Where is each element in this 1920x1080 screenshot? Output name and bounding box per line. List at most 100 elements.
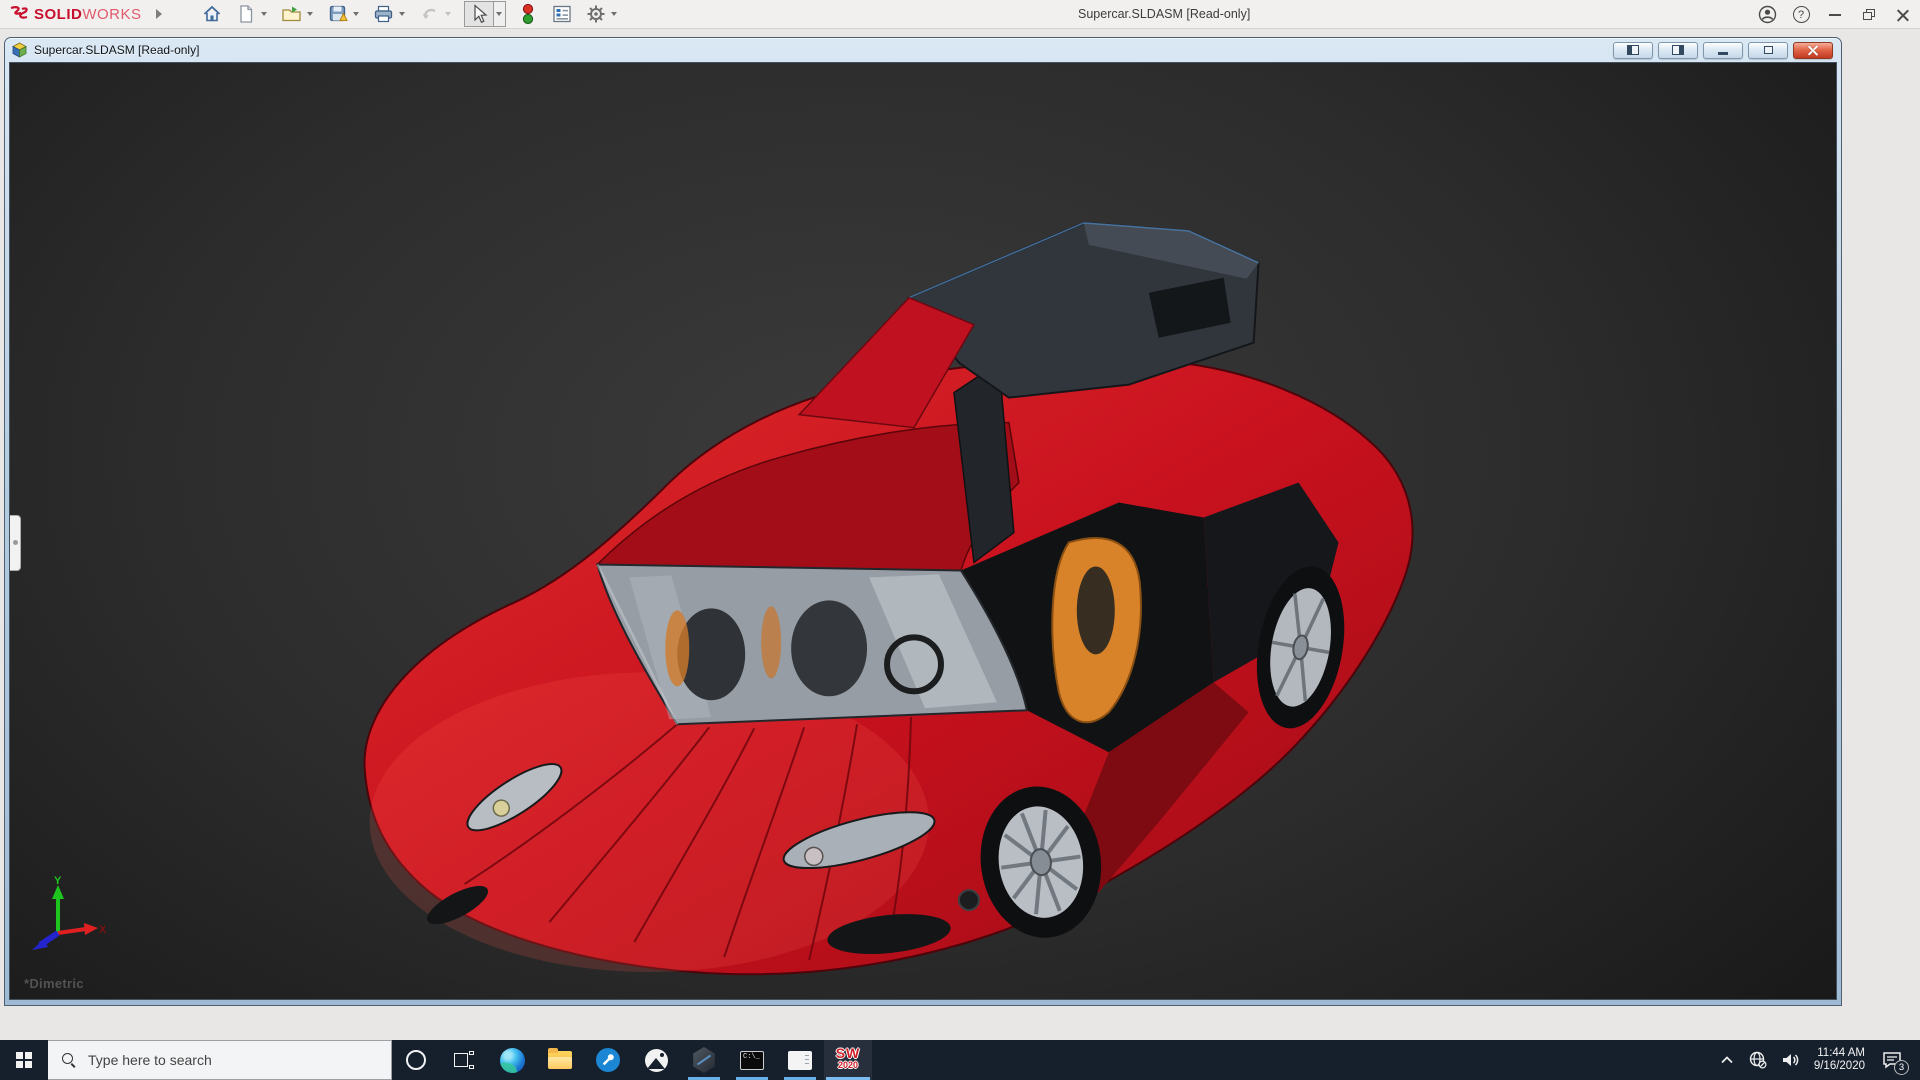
cortana-icon — [406, 1050, 426, 1070]
solidworks-2020-icon: SW 2020 — [833, 1046, 863, 1074]
print-button[interactable] — [372, 2, 396, 26]
restore-icon — [1863, 9, 1875, 20]
file-explorer-icon — [548, 1051, 572, 1069]
app-titlebar[interactable]: SOLID WORKS — [0, 0, 1920, 29]
save-icon — [328, 4, 348, 24]
quick-access-toolbar — [190, 1, 620, 27]
solidworks-icon-letters: SW — [833, 1046, 863, 1061]
tray-time: 11:44 AM — [1814, 1047, 1865, 1061]
apps-button[interactable] — [516, 2, 540, 26]
doc-close-icon — [1808, 45, 1819, 56]
save-button[interactable] — [326, 2, 350, 26]
taskbar-item-edge[interactable] — [488, 1040, 536, 1080]
taskbar-item-solidworks[interactable]: SW 2020 — [824, 1040, 872, 1080]
close-button[interactable] — [1886, 0, 1920, 29]
options-dropdown[interactable] — [608, 2, 620, 26]
taskbar-item-media-app[interactable] — [776, 1040, 824, 1080]
panel-splitter-handle[interactable] — [10, 515, 21, 571]
view-orientation-label: *Dimetric — [24, 976, 84, 991]
document-title: Supercar.SLDASM [Read-only] — [34, 43, 1613, 57]
orientation-triad[interactable]: Y X — [28, 875, 106, 951]
undo-dropdown[interactable] — [442, 2, 454, 26]
taskbar-item-cortana[interactable] — [392, 1040, 440, 1080]
hidden-icons-button[interactable] — [1713, 1040, 1741, 1080]
show-left-pane-button[interactable] — [1613, 42, 1653, 59]
account-icon — [1758, 5, 1777, 24]
select-tool-group — [464, 1, 506, 27]
minimize-icon — [1829, 14, 1841, 16]
open-button[interactable] — [280, 2, 304, 26]
taskbar-item-hexagon-app[interactable] — [680, 1040, 728, 1080]
task-view-icon — [454, 1051, 474, 1069]
taskbar-item-file-explorer[interactable] — [536, 1040, 584, 1080]
new-document-dropdown[interactable] — [258, 2, 270, 26]
task-view-button[interactable] — [440, 1040, 488, 1080]
show-right-pane-button[interactable] — [1658, 42, 1698, 59]
open-icon — [281, 4, 303, 24]
options-button[interactable] — [584, 2, 608, 26]
open-dropdown[interactable] — [304, 2, 316, 26]
restore-button[interactable] — [1852, 0, 1886, 29]
taskbar-item-photos[interactable] — [632, 1040, 680, 1080]
triad-x-label: X — [99, 924, 106, 936]
doc-minimize-icon — [1718, 52, 1728, 55]
car-model — [10, 63, 1836, 1000]
taskbar-item-admin-tools[interactable] — [584, 1040, 632, 1080]
volume-button[interactable] — [1775, 1040, 1805, 1080]
search-input[interactable] — [88, 1052, 348, 1068]
wrench-icon — [596, 1048, 620, 1072]
document-window: Supercar.SLDASM [Read-only] — [4, 37, 1842, 1006]
task-pane-button[interactable] — [550, 2, 574, 26]
doc-close-button[interactable] — [1793, 42, 1833, 59]
start-button[interactable] — [0, 1040, 48, 1080]
network-button[interactable] — [1743, 1040, 1773, 1080]
taskbar-search[interactable] — [48, 1040, 392, 1080]
app-window-title: Supercar.SLDASM [Read-only] — [1078, 0, 1250, 29]
solidworks-mark-icon — [8, 5, 30, 23]
taskbar-item-command-prompt[interactable]: C:\_ — [728, 1040, 776, 1080]
save-dropdown[interactable] — [350, 2, 362, 26]
brand-bold: SOLID — [34, 6, 82, 23]
apps-traffic-light-icon — [521, 3, 535, 25]
taskbar-clock[interactable]: 11:44 AM 9/16/2020 — [1807, 1047, 1872, 1074]
close-icon — [1897, 9, 1909, 21]
solidworks-logo: SOLID WORKS — [8, 5, 142, 23]
document-window-controls — [1613, 42, 1833, 59]
minimize-button[interactable] — [1818, 0, 1852, 29]
select-cursor-icon — [470, 4, 488, 24]
taskbar-spacer — [872, 1040, 1713, 1080]
select-tool-button[interactable] — [465, 2, 493, 26]
notification-count-badge: 3 — [1894, 1060, 1909, 1075]
windows-start-icon — [16, 1052, 33, 1069]
brand-light: WORKS — [82, 6, 141, 23]
chevron-up-icon — [1718, 1051, 1736, 1069]
undo-icon — [420, 4, 440, 24]
toolbar-expander-arrow[interactable] — [156, 9, 162, 19]
help-button[interactable]: ? — [1784, 0, 1818, 29]
home-button[interactable] — [200, 2, 224, 26]
command-prompt-icon: C:\_ — [740, 1051, 764, 1070]
solidworks-icon-year: 2020 — [833, 1061, 863, 1070]
help-glyph: ? — [1798, 9, 1804, 21]
speaker-icon — [1780, 1050, 1800, 1070]
print-dropdown[interactable] — [396, 2, 408, 26]
print-icon — [373, 4, 394, 24]
splitter-grip-dot — [13, 540, 18, 545]
taskbar: C:\_ SW 2020 — [0, 1040, 1920, 1080]
document-titlebar[interactable]: Supercar.SLDASM [Read-only] — [9, 38, 1837, 62]
assembly-cube-icon — [11, 42, 28, 58]
system-tray: 11:44 AM 9/16/2020 3 — [1713, 1040, 1920, 1080]
new-document-icon — [236, 4, 256, 24]
search-icon — [62, 1053, 76, 1067]
edge-icon — [500, 1048, 525, 1073]
select-tool-dropdown[interactable] — [493, 2, 505, 26]
home-icon — [202, 4, 222, 24]
doc-minimize-button[interactable] — [1703, 42, 1743, 59]
new-document-button[interactable] — [234, 2, 258, 26]
action-center-button[interactable]: 3 — [1874, 1040, 1910, 1080]
graphics-viewport[interactable]: Y X *Dimetric — [9, 62, 1837, 1000]
account-button[interactable] — [1750, 0, 1784, 29]
task-pane-icon — [552, 5, 572, 23]
doc-restore-button[interactable] — [1748, 42, 1788, 59]
undo-button[interactable] — [418, 2, 442, 26]
